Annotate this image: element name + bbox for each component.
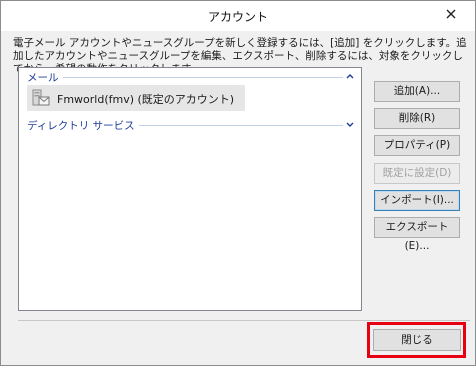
export-button[interactable]: エクスポート(E)... xyxy=(374,217,460,252)
add-button[interactable]: 追加(A)... xyxy=(374,81,460,102)
group-header-mail[interactable]: メール xyxy=(27,70,355,85)
account-item-label: Fmworld(fmv) (既定のアカウント) xyxy=(57,93,235,106)
close-icon xyxy=(446,9,456,19)
title-bar: アカウント xyxy=(1,1,475,31)
group-header-directory[interactable]: ディレクトリ サービス xyxy=(27,118,355,133)
mail-account-icon xyxy=(32,89,50,106)
window-title: アカウント xyxy=(207,10,268,24)
group-label-mail: メール xyxy=(27,70,63,85)
properties-button[interactable]: プロパティ(P) xyxy=(374,135,460,156)
set-default-button[interactable]: 既定に設定(D) xyxy=(374,163,460,184)
group-label-directory: ディレクトリ サービス xyxy=(27,118,139,133)
chevron-up-icon[interactable] xyxy=(345,70,355,84)
group-divider xyxy=(27,77,343,78)
close-button-highlight xyxy=(367,322,466,358)
import-button[interactable]: インポート(I)... xyxy=(374,190,460,211)
account-item[interactable]: Fmworld(fmv) (既定のアカウント) xyxy=(27,85,245,111)
chevron-down-icon[interactable] xyxy=(345,118,355,132)
account-list[interactable]: メール Fmworld(fmv) (既定のアカウント) ディレクトリ サービス xyxy=(18,67,362,311)
window-close-button[interactable] xyxy=(434,4,468,24)
footer-divider xyxy=(18,320,470,321)
remove-button[interactable]: 削除(R) xyxy=(374,108,460,129)
accounts-dialog: アカウント 電子メール アカウントやニュースグループを新しく登録するには、[追加… xyxy=(0,0,476,366)
